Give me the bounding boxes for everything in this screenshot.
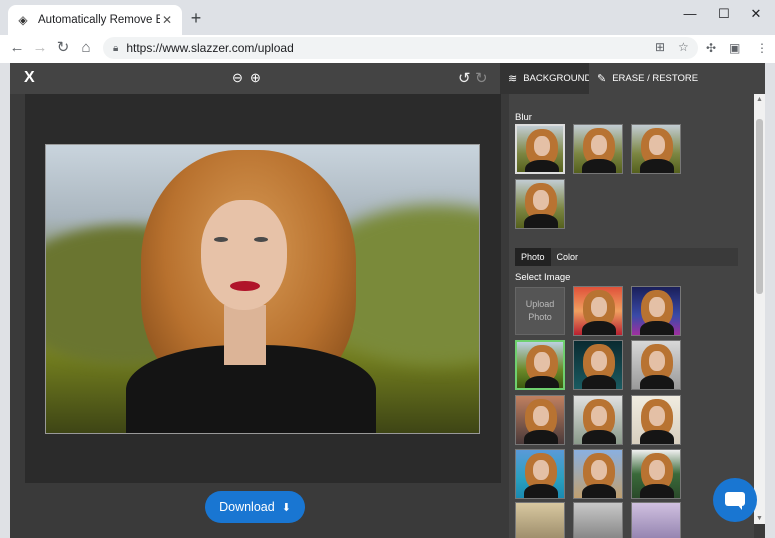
new-tab-button[interactable]: + xyxy=(188,9,204,27)
translate-icon[interactable]: ⊞ xyxy=(655,40,665,54)
blur-option[interactable] xyxy=(515,124,565,174)
subject-eye xyxy=(214,237,228,242)
undo-icon[interactable]: ↺ xyxy=(458,69,471,87)
scroll-down-icon[interactable]: ▼ xyxy=(756,515,763,522)
zoom-in-icon[interactable]: ⊕ xyxy=(250,70,261,86)
tab-erase-restore[interactable]: ✎ ERASE / RESTORE xyxy=(589,63,765,94)
download-label: Download xyxy=(219,500,275,514)
edited-photo[interactable] xyxy=(45,144,480,434)
home-icon[interactable]: ⌂ xyxy=(77,39,95,57)
background-option-selected[interactable] xyxy=(515,340,565,390)
background-option[interactable] xyxy=(573,286,623,336)
background-option[interactable] xyxy=(573,502,623,538)
zoom-out-icon[interactable]: ⊖ xyxy=(232,70,243,86)
background-option[interactable] xyxy=(631,286,681,336)
url-text: https://www.slazzer.com/upload xyxy=(126,41,294,55)
close-window-button[interactable]: ✕ xyxy=(746,6,766,22)
scroll-up-icon[interactable]: ▲ xyxy=(756,96,763,103)
background-option[interactable] xyxy=(631,502,681,538)
redo-icon[interactable]: ↻ xyxy=(475,69,488,87)
subject-neck xyxy=(224,305,266,365)
tab-color[interactable]: Color xyxy=(551,248,585,266)
background-option[interactable] xyxy=(573,449,623,499)
photo-color-tabs: Photo Color xyxy=(515,248,738,266)
address-bar[interactable]: 🔒︎ https://www.slazzer.com/upload ⊞ ☆ xyxy=(103,37,698,59)
profile-icon[interactable]: ▣ xyxy=(729,41,740,55)
subject-eye xyxy=(254,237,268,242)
editor-app: X ⊖ ⊕ ↺ ↻ ≋ BACKGROUND ✎ ERASE / RESTORE… xyxy=(10,63,765,538)
scrollbar-thumb[interactable] xyxy=(756,119,763,294)
tab-title: Automatically Remove Backgro xyxy=(38,14,160,26)
canvas-area xyxy=(25,94,501,483)
tab-close-icon[interactable]: ✕ xyxy=(160,13,174,27)
tab-background[interactable]: ≋ BACKGROUND xyxy=(500,63,592,94)
close-editor-button[interactable]: X xyxy=(24,69,35,87)
background-option[interactable] xyxy=(515,502,565,538)
minimize-button[interactable]: — xyxy=(680,6,700,21)
reload-icon[interactable]: ↻ xyxy=(54,39,72,57)
maximize-button[interactable]: ☐ xyxy=(714,6,734,22)
subject-lips xyxy=(230,281,260,291)
bookmark-star-icon[interactable]: ☆ xyxy=(678,40,689,54)
blur-option[interactable] xyxy=(573,124,623,174)
browser-tab[interactable]: ◈ Automatically Remove Backgro ✕ xyxy=(8,5,182,35)
download-icon: ⬇ xyxy=(281,501,291,514)
editor-top-bar: X ⊖ ⊕ ↺ ↻ ≋ BACKGROUND ✎ ERASE / RESTORE xyxy=(10,63,765,94)
chat-button[interactable] xyxy=(713,478,757,522)
background-panel: Blur Photo Color Select Image Upload Pho… xyxy=(509,94,754,538)
menu-dots-icon[interactable]: ⋮ xyxy=(756,41,768,55)
layers-icon: ≋ xyxy=(508,73,518,85)
lock-icon: 🔒︎ xyxy=(113,42,119,54)
tab-background-label: BACKGROUND xyxy=(523,73,592,84)
panel-scrollbar[interactable]: ▲ ▼ xyxy=(754,94,765,524)
blur-option[interactable] xyxy=(515,179,565,229)
slazzer-favicon-icon: ◈ xyxy=(18,13,28,27)
tab-photo[interactable]: Photo xyxy=(515,248,551,266)
back-icon[interactable]: ← xyxy=(8,39,26,57)
browser-tab-bar: ◈ Automatically Remove Backgro ✕ + — ☐ ✕ xyxy=(0,0,775,35)
blur-option[interactable] xyxy=(631,124,681,174)
extensions-icon[interactable]: ✣ xyxy=(706,41,716,55)
background-option[interactable] xyxy=(515,449,565,499)
upload-photo-button[interactable]: Upload Photo xyxy=(515,287,565,335)
blur-heading: Blur xyxy=(515,112,532,123)
background-option[interactable] xyxy=(631,340,681,390)
background-option[interactable] xyxy=(515,395,565,445)
subject-face xyxy=(201,200,287,310)
background-option[interactable] xyxy=(573,395,623,445)
chat-bubble-icon xyxy=(725,492,745,506)
background-option[interactable] xyxy=(573,340,623,390)
brush-icon: ✎ xyxy=(597,73,607,85)
download-button[interactable]: Download ⬇ xyxy=(205,491,305,523)
browser-toolbar: ← → ↻ ⌂ 🔒︎ https://www.slazzer.com/uploa… xyxy=(0,35,775,63)
background-option[interactable] xyxy=(631,449,681,499)
tab-erase-label: ERASE / RESTORE xyxy=(612,73,699,84)
select-image-heading: Select Image xyxy=(515,272,571,283)
forward-icon[interactable]: → xyxy=(31,39,49,57)
background-option[interactable] xyxy=(631,395,681,445)
